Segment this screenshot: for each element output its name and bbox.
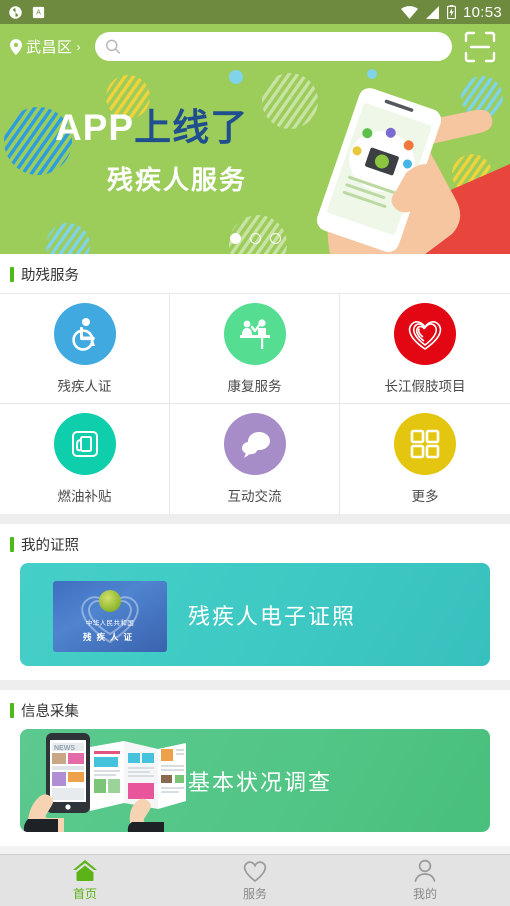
certificate-name: 残疾人证 [82,632,137,642]
svg-text:NEWS: NEWS [54,745,75,752]
bottom-tab-bar: 首页 服务 我的 [0,854,510,906]
banner-dot-3[interactable] [269,233,281,244]
svg-text:A: A [36,9,41,16]
section-accent-bar [10,537,14,552]
certificate-thumbnail: 中华人民共和国 残疾人证 [20,563,188,666]
search-bar[interactable] [94,32,452,61]
scan-code-icon [464,31,496,62]
service-item-prosthetics-project[interactable]: 长江假肢项目 [340,294,510,404]
banner-subtitle: 残疾人服务 [107,165,248,195]
section-header-services: 助残服务 [0,254,510,293]
app-header: 武昌区 › [0,24,510,69]
app-icon-a: A [32,6,45,18]
heart-outline-icon [243,861,267,883]
service-item-disability-card[interactable]: 残疾人证 [0,294,170,404]
certificate-card[interactable]: 中华人民共和国 残疾人证 残疾人电子证照 [20,563,490,666]
section-accent-bar [10,703,14,718]
service-label: 残疾人证 [57,378,112,394]
status-bar: A 10:53 [0,0,510,24]
tab-profile[interactable]: 我的 [340,855,510,906]
section-divider [0,680,510,690]
my-certificates-section: 我的证照 中华人民共和国 残疾人证 残疾人电子证照 [0,524,510,680]
survey-card[interactable]: NEWS 基本状况调查 [20,729,490,832]
service-label: 康复服务 [227,378,282,394]
banner-pagination-dots[interactable] [0,233,510,244]
service-label: 更多 [411,489,439,504]
wheelchair-icon [53,302,116,365]
tab-label: 服务 [242,887,267,901]
service-item-rehabilitation[interactable]: 康复服务 [170,294,340,404]
survey-illustration: NEWS [20,729,188,832]
service-item-more[interactable]: 更多 [340,404,510,514]
chat-bubbles-icon [223,413,286,475]
grid-squares-icon [394,413,456,475]
tab-label: 我的 [412,887,437,901]
rehab-desk-icon [223,302,286,365]
status-bar-time: 10:53 [462,3,502,21]
section-divider [0,514,510,524]
signal-icon [425,5,439,19]
location-name: 武昌区 [26,39,73,56]
app-icon-sync [9,5,22,19]
certificate-card-label: 残疾人电子证照 [188,603,357,629]
section-header-certificates: 我的证照 [0,524,510,563]
chevron-right-icon: › [76,39,81,54]
service-label: 互动交流 [227,489,282,504]
services-grid: 残疾人证 康复服务 长江假肢项目 燃油补贴 互动交流 更多 [0,293,510,514]
banner-title-en: APP [55,107,135,148]
wifi-icon [400,5,418,19]
home-icon [73,860,97,881]
tab-label: 首页 [72,887,97,901]
location-selector[interactable]: 武昌区 › [10,36,81,57]
service-label: 燃油补贴 [57,489,112,504]
tab-home[interactable]: 首页 [0,855,170,906]
service-label: 长江假肢项目 [384,378,466,394]
promo-banner[interactable]: APP上线了 残疾人服务 [0,69,510,254]
assistance-services-section: 助残服务 残疾人证 康复服务 长江假肢项目 燃油补贴 互动交流 更多 [0,254,510,514]
survey-card-label: 基本状况调查 [188,769,333,795]
person-icon [414,859,436,882]
scan-code-button[interactable] [460,27,500,67]
banner-dot-2[interactable] [249,233,261,244]
status-bar-indicators: 10:53 [400,3,502,21]
service-item-fuel-subsidy[interactable]: 燃油补贴 [0,404,170,514]
banner-dot-1[interactable] [229,233,241,244]
status-bar-notifications: A [8,5,46,20]
section-title-text: 我的证照 [21,538,79,554]
heart-icon [394,302,456,365]
section-accent-bar [10,267,14,282]
certificate-country: 中华人民共和国 [85,620,135,627]
battery-charging-icon [446,5,456,19]
search-icon [105,39,120,54]
certificate-emblem [99,590,121,612]
banner-title-cn: 上线了 [134,107,249,148]
banner-headline: APP上线了 残疾人服务 [55,109,248,197]
fuel-pump-icon [53,413,116,475]
location-pin-icon [10,38,22,55]
tab-services[interactable]: 服务 [170,855,340,906]
section-header-info: 信息采集 [0,690,510,729]
info-collection-section: 信息采集 NEWS 基本状况调查 [0,690,510,846]
section-title-text: 助残服务 [21,268,79,284]
service-item-interaction[interactable]: 互动交流 [170,404,340,514]
search-input[interactable] [126,39,442,54]
hand-holding-phone-brochure-icon: NEWS [23,733,186,832]
app-screen: A 10:53 武昌区 › APP上线了 残疾人服务 助残服务 残疾人证 康复服… [0,0,510,906]
section-title-text: 信息采集 [21,704,79,720]
